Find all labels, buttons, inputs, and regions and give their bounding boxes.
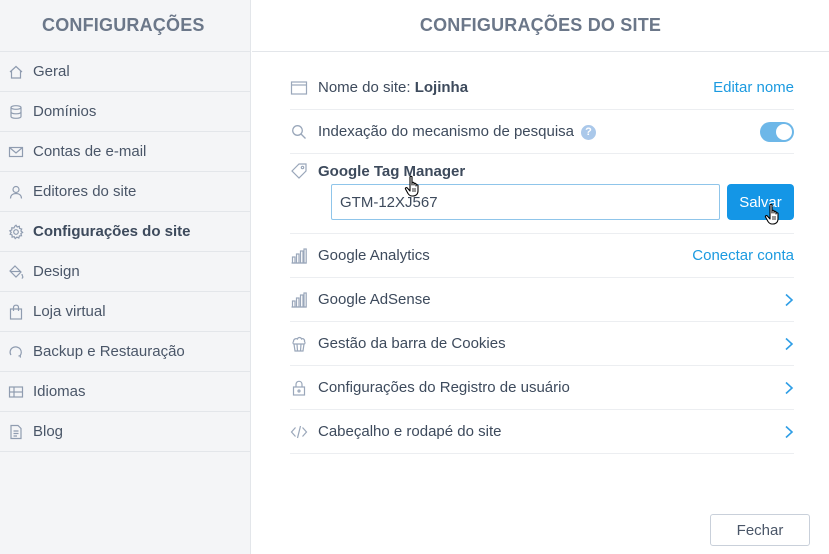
settings-list: Nome do site: Lojinha Editar nome Indexa…	[290, 66, 794, 454]
lock-icon	[290, 379, 308, 397]
header-footer-label: Cabeçalho e rodapé do site	[318, 423, 502, 440]
sidebar-item-idiomas[interactable]: Idiomas	[0, 372, 250, 412]
chevron-right-icon[interactable]	[784, 337, 794, 351]
sidebar: CONFIGURAÇÕES Geral Domínios Contas de e…	[0, 0, 251, 554]
mail-icon	[8, 144, 24, 160]
languages-icon	[8, 384, 24, 400]
sidebar-item-label: Idiomas	[33, 383, 86, 400]
code-icon	[290, 423, 308, 441]
gtm-id-input[interactable]	[331, 184, 720, 220]
cupcake-icon	[290, 335, 308, 353]
connect-account-link[interactable]: Conectar conta	[692, 247, 794, 264]
site-name-value: Lojinha	[414, 79, 469, 96]
sidebar-item-label: Editores do site	[33, 183, 137, 200]
sidebar-item-blog[interactable]: Blog	[0, 412, 250, 452]
cookies-label: Gestão da barra de Cookies	[318, 335, 506, 352]
sidebar-item-label: Domínios	[33, 103, 97, 120]
search-icon	[290, 123, 308, 141]
indexing-row: Indexação do mecanismo de pesquisa?	[290, 110, 794, 154]
gtm-section: Google Tag Manager Salvar	[290, 154, 794, 234]
page-title: CONFIGURAÇÕES DO SITE	[419, 15, 662, 35]
registration-row[interactable]: Configurações do Registro de usuário	[290, 366, 794, 410]
sidebar-item-backup[interactable]: Backup e Restauração	[0, 332, 250, 372]
analytics-label: Google Analytics	[318, 247, 430, 264]
header-footer-row[interactable]: Cabeçalho e rodapé do site	[290, 410, 794, 454]
registration-label: Configurações do Registro de usuário	[318, 379, 570, 396]
sidebar-item-label: Design	[33, 263, 80, 280]
close-button[interactable]: Fechar	[710, 514, 810, 546]
save-button[interactable]: Salvar	[727, 184, 794, 220]
edit-name-link[interactable]: Editar nome	[713, 79, 794, 96]
sidebar-item-label: Contas de e-mail	[33, 143, 147, 160]
chevron-right-icon[interactable]	[784, 381, 794, 395]
toggle-knob	[776, 123, 792, 140]
indexing-label: Indexação do mecanismo de pesquisa	[318, 123, 574, 140]
analytics-row: Google Analytics Conectar conta	[290, 234, 794, 278]
sidebar-item-label: Backup e Restauração	[33, 343, 185, 360]
cookies-row[interactable]: Gestão da barra de Cookies	[290, 322, 794, 366]
indexing-label-wrap: Indexação do mecanismo de pesquisa?	[318, 123, 760, 140]
sidebar-item-design[interactable]: Design	[0, 252, 250, 292]
gtm-title: Google Tag Manager	[290, 162, 465, 180]
adsense-label: Google AdSense	[318, 291, 431, 308]
sidebar-item-contas-email[interactable]: Contas de e-mail	[0, 132, 250, 172]
adsense-row[interactable]: Google AdSense	[290, 278, 794, 322]
sidebar-header: CONFIGURAÇÕES	[0, 0, 250, 52]
bar-chart-icon	[290, 291, 308, 309]
sidebar-item-loja-virtual[interactable]: Loja virtual	[0, 292, 250, 332]
sidebar-item-configuracoes-site[interactable]: Configurações do site	[0, 212, 250, 252]
paint-bucket-icon	[8, 264, 24, 280]
chevron-right-icon[interactable]	[784, 293, 794, 307]
sidebar-item-label: Geral	[33, 63, 70, 80]
home-icon	[8, 64, 24, 80]
tag-icon	[290, 162, 308, 180]
database-icon	[8, 104, 24, 120]
browser-window-icon	[290, 79, 308, 97]
document-icon	[8, 424, 24, 440]
sidebar-item-label: Configurações do site	[33, 223, 191, 240]
shopping-bag-icon	[8, 304, 24, 320]
sidebar-item-geral[interactable]: Geral	[0, 52, 250, 92]
site-name-caption: Nome do site:	[318, 79, 411, 96]
sidebar-item-editores[interactable]: Editores do site	[0, 172, 250, 212]
bar-chart-icon	[290, 247, 308, 265]
help-icon[interactable]: ?	[581, 124, 596, 140]
main-header: CONFIGURAÇÕES DO SITE	[252, 0, 829, 52]
sidebar-item-label: Loja virtual	[33, 303, 106, 320]
main-panel: CONFIGURAÇÕES DO SITE Nome do site: Loji…	[252, 0, 829, 554]
sidebar-item-label: Blog	[33, 423, 64, 440]
chevron-right-icon[interactable]	[784, 425, 794, 439]
site-name-row: Nome do site: Lojinha Editar nome	[290, 66, 794, 110]
site-name-label: Nome do site: Lojinha	[318, 79, 713, 96]
sidebar-title: CONFIGURAÇÕES	[42, 15, 205, 35]
gtm-label: Google Tag Manager	[318, 162, 466, 180]
sidebar-item-dominios[interactable]: Domínios	[0, 92, 250, 132]
gear-icon	[8, 223, 24, 240]
indexing-toggle[interactable]	[760, 121, 794, 142]
backup-icon	[8, 344, 24, 360]
user-icon	[8, 184, 24, 200]
